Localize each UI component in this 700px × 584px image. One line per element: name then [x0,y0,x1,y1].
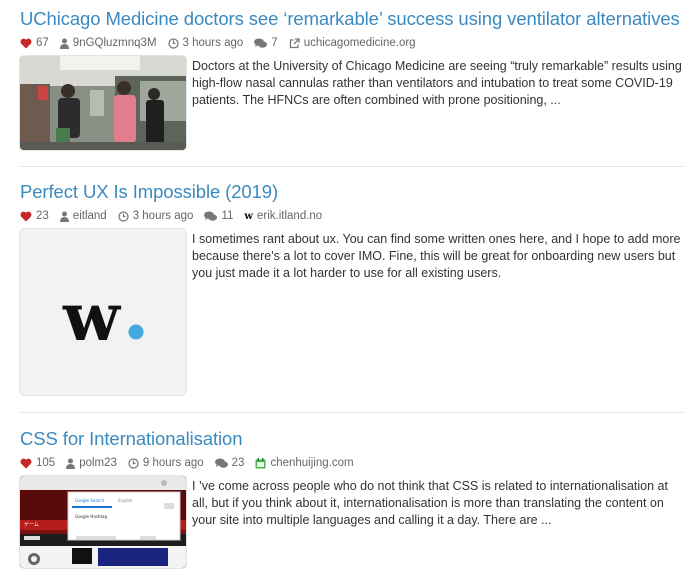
browser-screenshot-image: Google Search English Google Hashtag ゲーム [20,476,186,568]
article-feed: UChicago Medicine doctors see ‘remarkabl… [0,0,700,584]
external-link-icon [289,37,300,48]
clock-icon [118,210,129,222]
post-excerpt: I sometimes rant about ux. You can find … [192,232,681,280]
comments-icon [214,458,228,468]
likes-count: 105 [36,457,56,469]
comments-count: 11 [221,210,234,222]
comments-count: 23 [231,457,245,469]
heart-icon [20,211,32,221]
post-meta: 23 eitland 3 hours ago 11 w erik.itland.… [20,208,684,224]
likes[interactable]: 67 [20,37,49,49]
comments-icon [204,211,218,221]
post-divider [20,412,684,413]
post-item: CSS for Internationalisation 105 polm23 … [20,428,684,568]
svg-text:ゲーム: ゲーム [24,521,39,528]
author[interactable]: 9nGQluzmnq3M [59,37,157,49]
post-meta: 105 polm23 9 hours ago 23 chenhuijing.co… [20,455,684,471]
source-domain[interactable]: chenhuijing.com [255,457,354,469]
author-name: 9nGQluzmnq3M [72,37,157,49]
likes-count: 23 [36,210,49,222]
comments[interactable]: 23 [214,457,245,469]
comments-count: 7 [271,37,278,49]
post-excerpt: Doctors at the University of Chicago Med… [192,59,682,107]
likes[interactable]: 105 [20,457,55,469]
heart-icon [20,458,32,468]
w-logo-icon: w [62,278,144,356]
author[interactable]: eitland [59,210,107,222]
time-text: 3 hours ago [132,210,194,222]
post-meta: 67 9nGQluzmnq3M 3 hours ago 7 uchicagome… [20,35,684,51]
svg-text:w: w [62,278,122,356]
likes-count: 67 [36,37,49,49]
clock-icon [167,37,179,49]
source-domain[interactable]: w erik.itland.no [244,210,322,222]
svg-text:English: English [118,498,133,503]
time-text: 9 hours ago [142,457,204,469]
timestamp: 3 hours ago [118,210,194,222]
calendar-favicon-icon [255,457,266,468]
author-name: polm23 [79,457,117,469]
user-icon [59,38,69,49]
post-thumbnail[interactable]: Google Search English Google Hashtag ゲーム [20,476,186,568]
domain-text: uchicagomedicine.org [303,37,416,49]
post-item: Perfect UX Is Impossible (2019) 23 eitla… [20,181,684,395]
subway-photo-image [20,56,186,150]
comments[interactable]: 11 [204,210,233,222]
time-text: 3 hours ago [182,37,244,49]
likes[interactable]: 23 [20,210,49,222]
post-divider [20,166,684,167]
post-excerpt: I ’ve come across people who do not thin… [192,479,668,527]
user-icon [66,458,76,469]
heart-icon [20,38,32,48]
timestamp: 9 hours ago [128,457,204,469]
svg-text:Google Hashtag: Google Hashtag [75,514,107,519]
author[interactable]: polm23 [66,457,117,469]
author-name: eitland [72,210,107,222]
comments[interactable]: 7 [254,37,278,49]
post-title-link[interactable]: CSS for Internationalisation [20,428,684,450]
domain-text: chenhuijing.com [270,457,354,469]
svg-text:Google Search: Google Search [75,498,105,503]
source-domain[interactable]: uchicagomedicine.org [289,37,416,49]
user-icon [59,211,69,222]
post-thumbnail[interactable]: w [20,229,186,395]
post-item: UChicago Medicine doctors see ‘remarkabl… [20,8,684,150]
w-favicon-icon: w [244,210,253,222]
timestamp: 3 hours ago [167,37,244,49]
comments-icon [254,38,268,48]
post-title-link[interactable]: UChicago Medicine doctors see ‘remarkabl… [20,8,684,30]
post-title-link[interactable]: Perfect UX Is Impossible (2019) [20,181,684,203]
post-thumbnail[interactable] [20,56,186,150]
domain-text: erik.itland.no [257,210,323,222]
clock-icon [128,457,139,469]
